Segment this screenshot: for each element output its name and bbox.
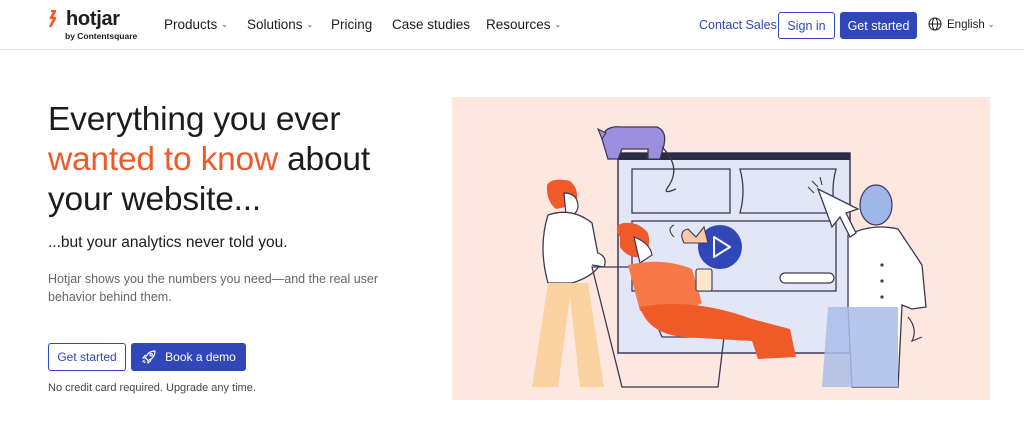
nav-case-studies-label: Case studies (392, 17, 471, 32)
logo-wordmark: hotjar (66, 8, 120, 30)
chevron-down-icon: ⌄ (987, 20, 995, 29)
nav-solutions-label: Solutions (247, 17, 303, 32)
nav-resources-label: Resources (486, 17, 551, 32)
hero-headline: Everything you ever wanted to know about… (48, 100, 438, 220)
language-label: English (947, 19, 985, 31)
nav-products-label: Products (164, 17, 218, 32)
chevron-down-icon: ⌄ (221, 20, 228, 29)
rocket-icon (141, 350, 156, 365)
headline-line1: Everything you ever (48, 101, 341, 138)
nav-resources[interactable]: Resources ⌄ (486, 17, 561, 32)
nav-case-studies[interactable]: Case studies (392, 17, 470, 32)
hero-description: Hotjar shows you the numbers you need—an… (48, 272, 379, 304)
nav-products[interactable]: Products ⌄ (164, 17, 228, 32)
hero-subhead: ...but your analytics never told you. (48, 234, 288, 251)
nav-get-started-button[interactable]: Get started (840, 12, 917, 39)
headline-accent: wanted to know (48, 141, 278, 178)
logo-tagline: by Contentsquare (65, 31, 138, 41)
no-credit-card-note: No credit card required. Upgrade any tim… (48, 382, 256, 394)
sign-in-button[interactable]: Sign in (778, 12, 835, 39)
book-demo-label: Book a demo (165, 350, 236, 364)
nav-solutions[interactable]: Solutions ⌄ (247, 17, 313, 32)
hero-get-started-button[interactable]: Get started (48, 343, 126, 371)
globe-icon (928, 17, 942, 31)
illustration-svg (532, 126, 927, 388)
contact-sales-link[interactable]: Contact Sales (699, 18, 777, 32)
chevron-down-icon: ⌄ (306, 20, 314, 29)
hero-illustration (452, 97, 990, 400)
chevron-down-icon: ⌄ (554, 20, 562, 29)
nav-pricing[interactable]: Pricing (331, 17, 372, 32)
woman-figure-graphic (532, 179, 606, 387)
hotjar-flame-icon (48, 10, 57, 28)
book-demo-button[interactable]: Book a demo (131, 343, 246, 371)
top-nav: hotjar by Contentsquare Products ⌄ Soluti… (0, 0, 1024, 50)
nav-pricing-label: Pricing (331, 17, 373, 32)
language-selector[interactable]: English ⌄ (928, 17, 994, 31)
hotjar-logo[interactable]: hotjar by Contentsquare (48, 8, 148, 44)
